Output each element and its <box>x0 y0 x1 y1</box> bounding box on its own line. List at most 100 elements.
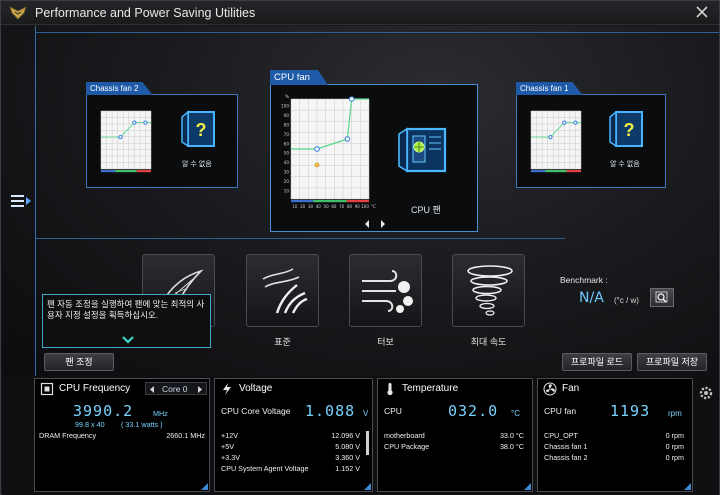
profile-load-button[interactable]: 프로파일 로드 <box>562 353 632 371</box>
mode-label: 터보 <box>377 337 394 347</box>
window-title: Performance and Power Saving Utilities <box>35 6 256 20</box>
chart-x-tick-label: 40 <box>316 204 322 209</box>
mode-turbo-button[interactable] <box>349 254 422 327</box>
chart-y-tick-label: 30 <box>284 170 290 175</box>
tornado-icon <box>467 265 513 316</box>
chart-plot-area <box>101 111 151 169</box>
chart-temp-strip-segment <box>552 170 560 173</box>
chart-y-tick-label: 40 <box>284 160 290 165</box>
arrow-left-icon[interactable] <box>148 384 156 395</box>
chart-temp-strip-segment <box>324 200 336 203</box>
chart-temp-strip-segment <box>291 200 303 203</box>
fan-status-label: CPU 팬 <box>411 205 441 215</box>
cpu-ratio: 99.8 x 40 <box>75 420 105 429</box>
core-selector[interactable]: Core 0 <box>145 382 207 395</box>
cpu-frequency-value: 3990.2 <box>73 402 134 420</box>
fan-row-value: 0 rpm <box>665 431 684 440</box>
fan-curve-chart-small[interactable] <box>95 103 157 179</box>
temp-row-value: 38.0 °C <box>499 442 524 451</box>
fan-curve-chart-small[interactable] <box>525 103 587 179</box>
fan-curve-point <box>344 136 351 142</box>
mode-standard-button[interactable] <box>246 254 319 327</box>
fan-tune-button[interactable]: 팬 조정 <box>44 353 114 371</box>
fan-icon <box>543 382 557 396</box>
gear-icon[interactable] <box>697 384 715 402</box>
fan-curve-chart[interactable]: %10090807060504030201010 20 30 40 50 60 70 80 90… <box>277 93 377 215</box>
close-icon[interactable] <box>695 5 709 19</box>
benchmark-unit: (°c / w) <box>614 296 639 305</box>
panel-title: CPU Frequency <box>59 383 131 394</box>
chart-y-tick-label: 10 <box>284 189 290 194</box>
chart-x-tick-label: 20 <box>300 204 306 209</box>
voltage-panel: Voltage CPU Core Voltage 1.088 V +12V 12… <box>214 378 373 492</box>
chart-temp-strip-segment <box>346 200 358 203</box>
fan-row-label: CPU_OPT <box>544 431 578 440</box>
arrow-right-icon[interactable] <box>196 384 204 395</box>
fan-card-cpu-fan[interactable]: CPU fan % 100 90 80 70 60 50 40 30 20 10 10 20 30 40 50… <box>270 84 478 232</box>
magnifier-icon <box>655 291 668 303</box>
chevron-down-icon[interactable] <box>121 335 135 344</box>
chart-x-tick-label: 70 <box>339 204 345 209</box>
chart-temp-strip-segment <box>302 200 314 203</box>
chart-temp-strip-segment <box>143 170 151 173</box>
panel-corner <box>201 483 208 490</box>
fan-curve-point <box>573 120 578 125</box>
arrow-left-icon[interactable] <box>362 218 372 230</box>
chart-y-tick-label: 80 <box>284 122 290 127</box>
chart-temp-strip-segment <box>573 170 581 173</box>
chart-temp-strip-segment <box>335 200 347 203</box>
fan-curve-point <box>548 135 553 140</box>
voltage-row-label: +3.3V <box>221 453 240 462</box>
cpu-fan-case-icon <box>398 127 447 173</box>
chart-y-tick-label: 20 <box>284 179 290 184</box>
cpu-chip-icon <box>40 382 54 396</box>
cpu-fan-unit: rpm <box>668 409 682 418</box>
panel-title: Voltage <box>239 383 273 394</box>
tuf-logo-icon <box>9 6 27 20</box>
tooltip-text: 팬 자동 조정을 실행하여 팬에 맞는 최적의 사용자 지정 설정을 획득하십시… <box>47 299 205 320</box>
voltage-row-value: 12.096 V <box>331 431 360 440</box>
dram-frequency-label: DRAM Frequency <box>39 431 97 440</box>
voltage-scrollbar[interactable] <box>366 431 369 455</box>
fan-panel: Fan CPU fan 1193 rpm CPU_OPT 0 rpm Chass… <box>537 378 693 492</box>
thermometer-icon <box>387 383 393 396</box>
fan-card-chassis-fan-2[interactable]: Chassis fan 2 ? 알 수 없음 <box>86 94 238 188</box>
fan-status-label: 알 수 없음 <box>182 161 212 168</box>
fan-row-label: Chassis fan 1 <box>544 442 588 451</box>
fan-nav-arrows <box>362 218 390 230</box>
fan-curve-point <box>118 135 123 140</box>
title-bar[interactable]: Performance and Power Saving Utilities <box>1 1 719 25</box>
chart-temp-strip-segment <box>122 170 130 173</box>
fan-card-tab: Chassis fan 2 <box>86 82 152 95</box>
chart-y-tick-label: % <box>285 94 289 99</box>
core-selector-value: Core 0 <box>162 384 188 394</box>
arrow-right-icon[interactable] <box>378 218 388 230</box>
chart-y-tick-label: 50 <box>284 151 290 156</box>
chart-temp-strip-segment <box>559 170 567 173</box>
mode-label: 최대 속도 <box>470 337 507 347</box>
fan-row-label: Chassis fan 2 <box>544 453 588 462</box>
mode-full-speed-button[interactable] <box>452 254 525 327</box>
fan-card-chassis-fan-1[interactable]: Chassis fan 1 ? 알 수 없음 <box>516 94 666 188</box>
chart-x-tick-label: 90 <box>355 204 361 209</box>
benchmark-button[interactable] <box>650 288 674 307</box>
temp-row-value: 33.0 °C <box>499 431 524 440</box>
unknown-case-icon: ? <box>181 110 215 148</box>
svg-text:?: ? <box>196 120 207 140</box>
sidebar-menu-icon[interactable] <box>10 193 32 209</box>
profile-save-button[interactable]: 프로파일 저장 <box>637 353 707 371</box>
dram-frequency-value: 2660.1 MHz <box>166 431 205 440</box>
chart-x-tick-label: 60 <box>331 204 337 209</box>
panel-title: Fan <box>562 383 580 394</box>
benchmark-value: N/A <box>579 290 604 306</box>
chart-temp-strip-segment <box>136 170 144 173</box>
panel-corner <box>684 483 691 490</box>
panel-header: Voltage <box>215 379 372 399</box>
mode-label: 표준 <box>274 337 291 347</box>
unknown-case-icon: ? <box>609 110 643 148</box>
panel-title: Temperature <box>402 383 459 394</box>
system-monitor: CPU Frequency Core 0 3990.2 MHz 99.8 x 4… <box>2 376 719 495</box>
cpu-frequency-panel: CPU Frequency Core 0 3990.2 MHz 99.8 x 4… <box>34 378 210 492</box>
chart-temp-strip-segment <box>545 170 553 173</box>
fan-curve-point <box>143 120 148 125</box>
